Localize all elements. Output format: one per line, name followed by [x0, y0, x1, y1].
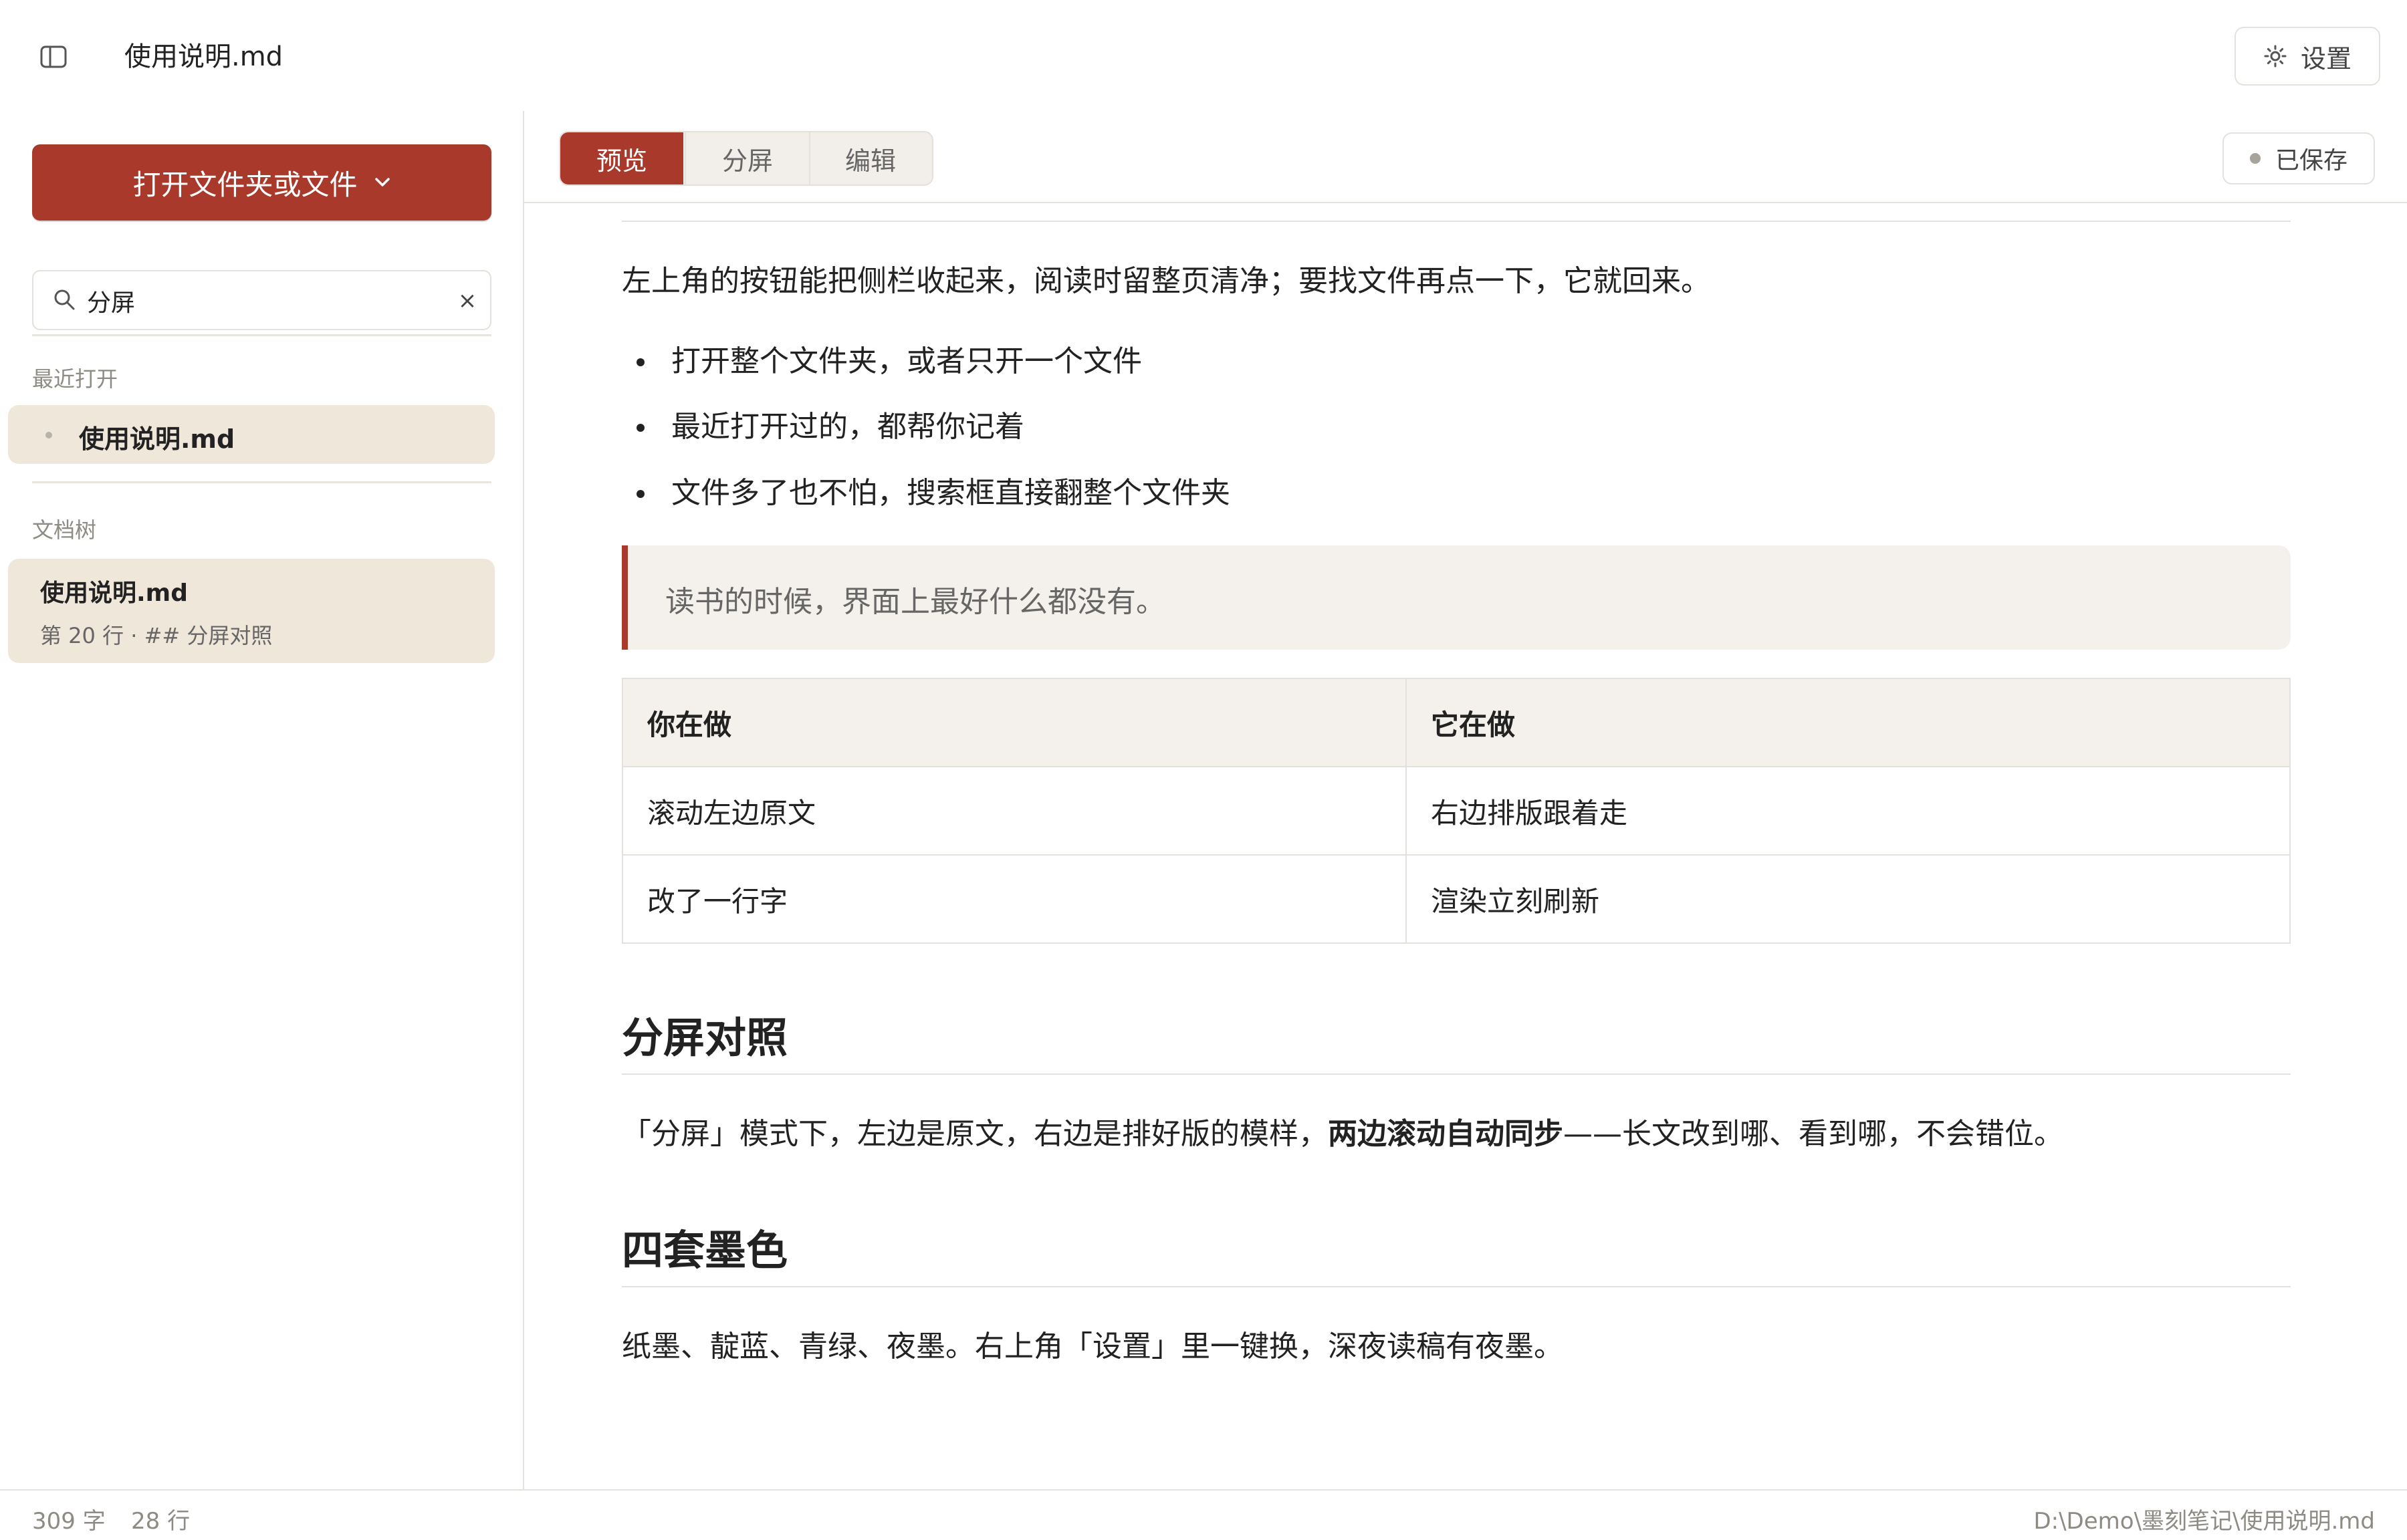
title-bar: 使用说明.md 设置: [0, 0, 2407, 111]
doc-tree-item-subtitle: 第 20 行 · ## 分屏对照: [40, 623, 273, 648]
sun-gear-icon: [2263, 44, 2287, 68]
search-clear-button[interactable]: ×: [452, 282, 483, 319]
list-item: 文件多了也不怕，搜索框直接翻整个文件夹: [671, 476, 1230, 510]
doc-tree-item[interactable]: 使用说明.md 第 20 行 · ## 分屏对照: [8, 559, 495, 663]
sidebar-panel-icon: [40, 45, 67, 68]
document-title: 使用说明.md: [124, 41, 283, 72]
settings-button[interactable]: 设置: [2234, 27, 2380, 86]
open-folder-or-file-button[interactable]: 打开文件夹或文件: [32, 144, 491, 221]
bullet-dot: [637, 358, 645, 366]
heading-split-compare: 分屏对照: [622, 1013, 788, 1062]
list-item: 最近打开过的，都帮你记着: [671, 410, 1024, 444]
word-count: 309 字: [32, 1508, 106, 1535]
file-path: D:\Demo\墨刻笔记\使用说明.md: [2033, 1508, 2375, 1535]
recent-item[interactable]: 使用说明.md: [8, 405, 495, 464]
blockquote: 读书的时候，界面上最好什么都没有。: [622, 545, 2291, 650]
doc-tree-section-label: 文档树: [32, 517, 97, 543]
content-table: 你在做 它在做 滚动左边原文 右边排版跟着走 改了一行字 渲染立刻刷新: [622, 678, 2291, 944]
table-header-row: 你在做 它在做: [622, 678, 2291, 767]
split-text-bold: 两边滚动自动同步: [1328, 1117, 1563, 1151]
sidebar-toggle-button[interactable]: [33, 40, 74, 74]
ink-paragraph: 纸墨、靛蓝、青绿、夜墨。右上角「设置」里一键换，深夜读稿有夜墨。: [622, 1329, 1563, 1364]
table-row: 改了一行字 渲染立刻刷新: [622, 854, 2291, 944]
heading-ink-themes: 四套墨色: [622, 1226, 788, 1275]
table-header-cell: 你在做: [622, 678, 1407, 767]
saved-status-badge: 已保存: [2222, 132, 2375, 184]
split-paragraph: 「分屏」模式下，左边是原文，右边是排好版的模样，两边滚动自动同步——长文改到哪、…: [622, 1110, 2063, 1152]
bullet-dot: [637, 424, 645, 432]
open-button-label: 打开文件夹或文件: [132, 168, 358, 201]
search-input[interactable]: [87, 282, 435, 319]
table-header-cell: 它在做: [1405, 678, 2291, 767]
content-top-rule: [622, 221, 2291, 222]
recent-section-label: 最近打开: [32, 366, 118, 392]
section-divider: [32, 481, 491, 483]
recent-item-dot: [45, 432, 52, 438]
table-cell: 右边排版跟着走: [1405, 766, 2291, 856]
bullet-dot: [637, 490, 645, 498]
status-bar: 309 字 28 行 D:\Demo\墨刻笔记\使用说明.md: [0, 1489, 2407, 1540]
view-mode-tabs: 预览 分屏 编辑: [559, 131, 933, 186]
table-cell: 渲染立刻刷新: [1405, 854, 2291, 944]
saved-status-dot: [2249, 153, 2261, 164]
heading-rule: [622, 1073, 2291, 1075]
table-cell: 滚动左边原文: [622, 766, 1407, 856]
tab-edit[interactable]: 编辑: [809, 132, 932, 184]
heading-rule: [622, 1286, 2291, 1287]
blockquote-text: 读书的时候，界面上最好什么都没有。: [665, 585, 1165, 619]
saved-status-label: 已保存: [2275, 147, 2347, 174]
search-box: ×: [32, 270, 491, 330]
recent-item-label: 使用说明.md: [79, 424, 235, 454]
split-text-before: 「分屏」模式下，左边是原文，右边是排好版的模样，: [622, 1117, 1328, 1151]
list-item: 打开整个文件夹，或者只开一个文件: [671, 344, 1142, 378]
intro-paragraph: 左上角的按钮能把侧栏收起来，阅读时留整页清净；要找文件再点一下，它就回来。: [622, 264, 1710, 298]
tab-preview[interactable]: 预览: [560, 132, 683, 184]
split-text-after: ——长文改到哪、看到哪，不会错位。: [1563, 1117, 2063, 1151]
search-icon: [52, 287, 78, 313]
toolbar-divider: [524, 202, 2407, 203]
settings-label: 设置: [2300, 43, 2352, 74]
line-count: 28 行: [131, 1508, 191, 1535]
search-divider: [32, 334, 491, 336]
doc-tree-item-title: 使用说明.md: [40, 580, 188, 607]
chevron-down-icon: [374, 176, 391, 188]
table-row: 滚动左边原文 右边排版跟着走: [622, 766, 2291, 856]
tab-split[interactable]: 分屏: [685, 132, 810, 184]
table-cell: 改了一行字: [622, 854, 1407, 944]
